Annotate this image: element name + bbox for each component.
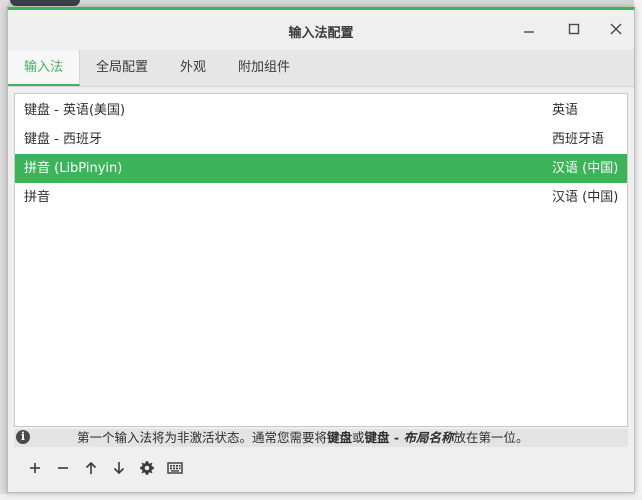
maximize-button[interactable] — [563, 18, 585, 40]
move-down-button[interactable] — [108, 457, 130, 479]
list-item[interactable]: 键盘 - 英语(美国) 英语 — [15, 96, 627, 125]
title-bar[interactable]: 输入法配置 — [8, 10, 634, 50]
tab-addons[interactable]: 附加组件 — [222, 50, 306, 86]
minimize-icon — [524, 31, 534, 33]
input-method-name: 键盘 - 西班牙 — [24, 132, 102, 147]
info-text-bold: 键盘 — [327, 430, 353, 445]
tab-input-method[interactable]: 输入法 — [8, 50, 81, 86]
input-method-config-window: 输入法配置 输入法 全局配置 外观 附加组件 键盘 - 英语(美国) 英语 键盘… — [7, 7, 635, 493]
add-button[interactable] — [24, 457, 46, 479]
remove-button[interactable] — [52, 457, 74, 479]
input-method-language: 汉语 (中国) — [552, 161, 619, 176]
list-item[interactable]: 键盘 - 西班牙 西班牙语 — [15, 125, 627, 154]
move-up-button[interactable] — [80, 457, 102, 479]
tab-appearance[interactable]: 外观 — [164, 50, 222, 86]
close-icon — [610, 23, 622, 35]
info-text-bold-italic: 布局名称 — [403, 430, 454, 445]
keyboard-icon — [167, 462, 183, 474]
close-button[interactable] — [605, 18, 627, 40]
input-method-language: 英语 — [552, 103, 579, 118]
desktop-background-shape — [10, 0, 80, 6]
maximize-icon — [568, 23, 580, 35]
info-text-part: 或 — [352, 430, 365, 445]
info-text-part: 放在第一位。 — [453, 430, 529, 445]
input-method-name: 拼音 — [24, 190, 51, 205]
move-down-icon — [113, 462, 125, 475]
info-text-bold: 键盘 - — [364, 430, 404, 445]
minimize-button[interactable] — [518, 18, 540, 40]
settings-icon — [140, 461, 154, 475]
move-up-icon — [85, 461, 97, 474]
list-toolbar — [24, 457, 186, 479]
desktop-background-bottom — [0, 494, 642, 500]
add-icon — [30, 463, 40, 473]
info-text: 第一个输入法将为非激活状态。通常您需要将键盘或键盘 - 布局名称放在第一位。 — [77, 429, 528, 447]
tab-bar: 输入法 全局配置 外观 附加组件 — [8, 50, 634, 87]
list-item[interactable]: 拼音 汉语 (中国) — [15, 183, 627, 212]
tab-global-config[interactable]: 全局配置 — [80, 50, 164, 86]
keyboard-layout-button[interactable] — [164, 457, 186, 479]
input-method-list[interactable]: 键盘 - 英语(美国) 英语 键盘 - 西班牙 西班牙语 拼音 (LibPiny… — [14, 93, 628, 427]
input-method-language: 西班牙语 — [552, 132, 605, 147]
info-text-part: 第一个输入法将为非激活状态。通常您需要将 — [77, 430, 328, 445]
input-method-language: 汉语 (中国) — [552, 190, 619, 205]
remove-icon — [58, 467, 68, 469]
configure-button[interactable] — [136, 457, 158, 479]
list-item-selected[interactable]: 拼音 (LibPinyin) 汉语 (中国) — [15, 154, 627, 183]
info-icon: i — [16, 430, 30, 444]
input-method-name: 键盘 - 英语(美国) — [24, 103, 126, 118]
input-method-name: 拼音 (LibPinyin) — [24, 161, 123, 176]
window-title: 输入法配置 — [288, 26, 354, 41]
desktop-background-right — [634, 0, 642, 500]
info-bar: i 第一个输入法将为非激活状态。通常您需要将键盘或键盘 - 布局名称放在第一位。 — [14, 429, 628, 447]
